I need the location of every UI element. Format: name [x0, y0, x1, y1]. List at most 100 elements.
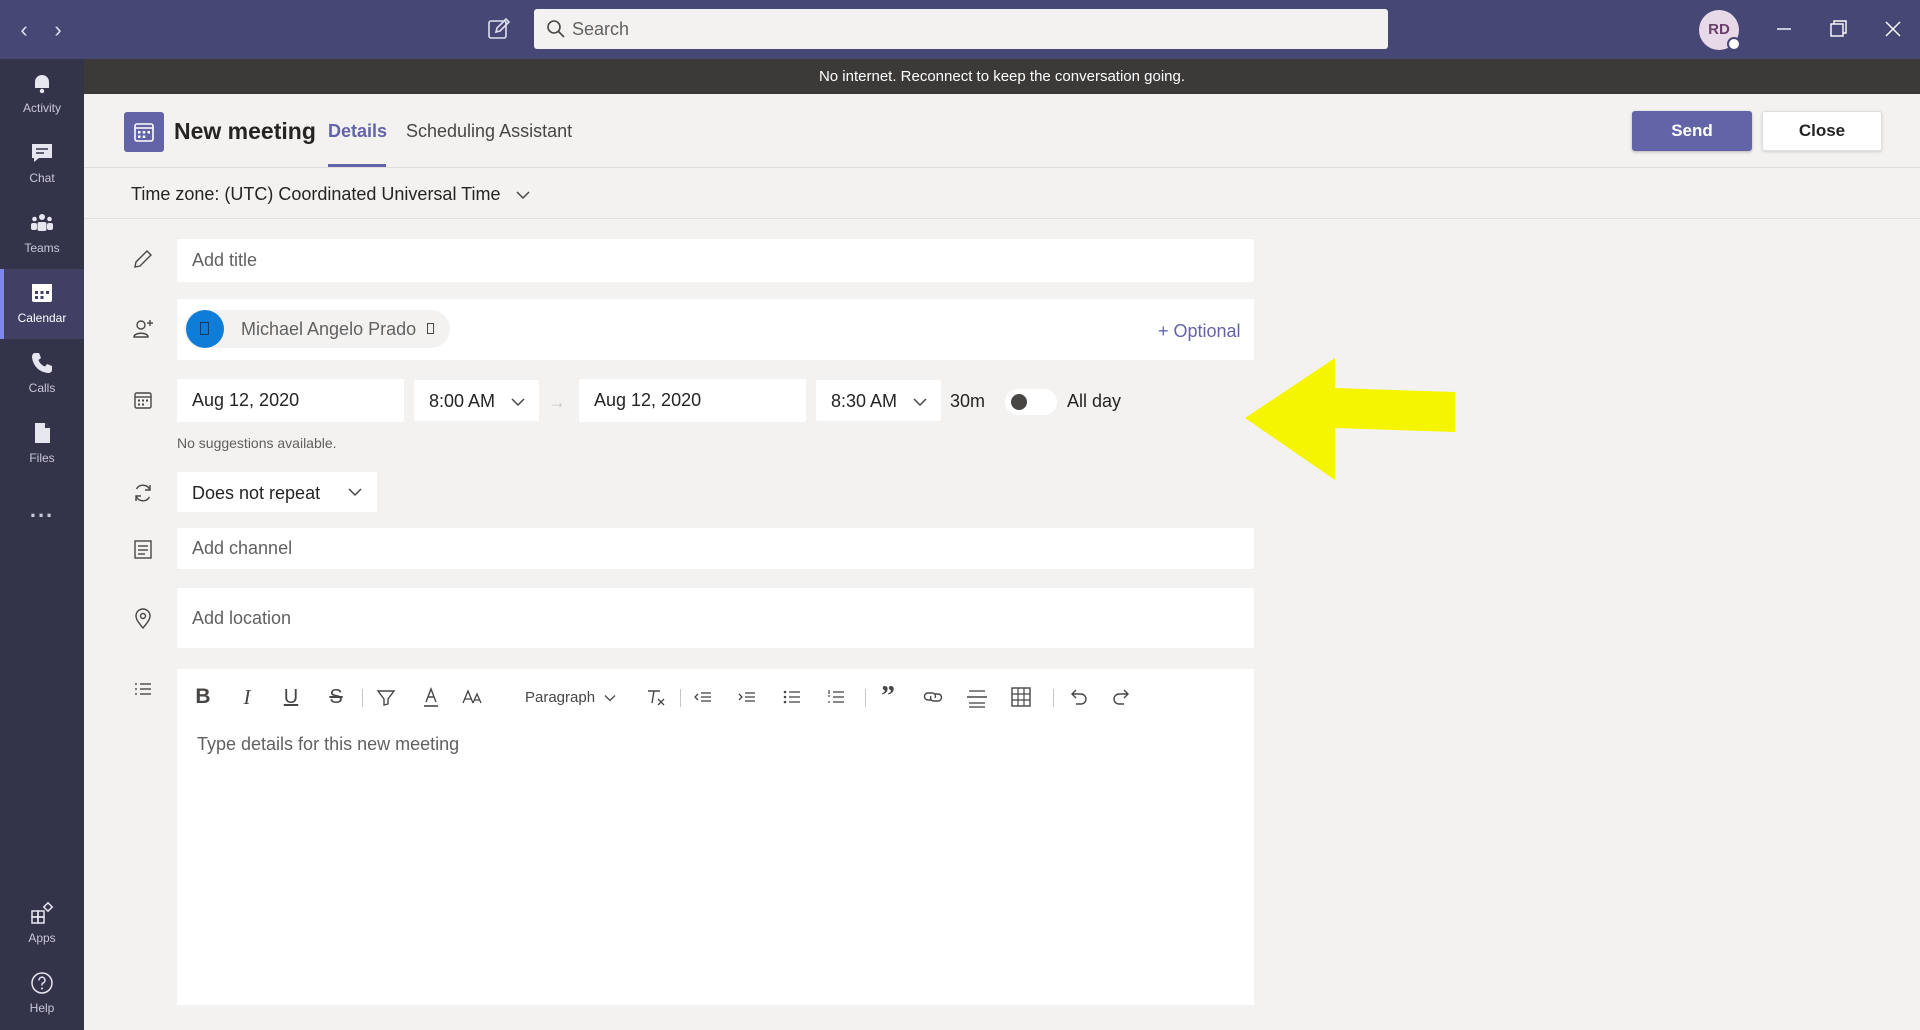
rail-item-activity[interactable]: Activity: [0, 59, 84, 129]
file-icon: [35, 423, 50, 443]
avatar[interactable]: RD: [1699, 10, 1741, 51]
minimize-icon[interactable]: [1769, 14, 1799, 44]
timezone-label: Time zone: (UTC) Coordinated Universal T…: [131, 184, 501, 204]
table-icon[interactable]: [1007, 683, 1035, 711]
horizontal-rule-icon[interactable]: [963, 683, 991, 711]
increase-indent-icon[interactable]: [733, 683, 761, 711]
start-time-dropdown[interactable]: 8:00 AM: [414, 380, 539, 421]
chevron-down-icon: [913, 398, 927, 407]
rail-more-button[interactable]: ...: [0, 479, 84, 549]
search-input[interactable]: Search: [534, 9, 1388, 49]
annotation-arrow: [1245, 358, 1455, 480]
strikethrough-icon[interactable]: S: [322, 683, 350, 711]
left-rail: Activity Chat Teams Calendar Calls Files…: [0, 59, 84, 1030]
title-field[interactable]: Add title: [177, 239, 1254, 282]
end-time-dropdown[interactable]: 8:30 AM: [816, 380, 941, 421]
rail-label: Calendar: [17, 311, 67, 325]
tab-details[interactable]: Details: [328, 121, 387, 142]
chevron-down-icon: [516, 191, 530, 200]
calendar-icon: [134, 392, 152, 409]
toolbar-separator: [362, 689, 363, 707]
send-button[interactable]: Send: [1632, 111, 1752, 151]
teams-icon: [31, 214, 53, 231]
duration-label: 30m: [950, 391, 986, 411]
rail-label: Teams: [24, 241, 60, 255]
repeat-icon: [135, 484, 151, 502]
add-person-icon: [133, 320, 153, 338]
undo-icon[interactable]: [1064, 683, 1092, 711]
compose-icon[interactable]: [486, 16, 512, 42]
chat-icon: [32, 144, 52, 162]
underline-icon[interactable]: U: [277, 683, 305, 711]
calendar-icon: [32, 284, 52, 302]
avatar-initials: RD: [1708, 21, 1730, 38]
title-bar: ‹ › Search RD: [0, 0, 1920, 59]
end-date-field[interactable]: Aug 12, 2020: [579, 379, 806, 422]
help-icon: [31, 972, 53, 994]
highlight-icon[interactable]: [372, 683, 400, 711]
font-size-icon[interactable]: [459, 683, 487, 711]
rail-item-calls[interactable]: Calls: [0, 339, 84, 409]
details-list-icon: [135, 683, 151, 695]
rail-item-files[interactable]: Files: [0, 409, 84, 479]
repeat-dropdown[interactable]: Does not repeat: [177, 472, 377, 512]
apps-icon: [31, 901, 54, 924]
quote-icon[interactable]: ”: [874, 681, 902, 712]
rail-item-teams[interactable]: Teams: [0, 199, 84, 269]
bulleted-list-icon[interactable]: [778, 683, 806, 711]
toolbar-separator: [680, 689, 681, 707]
restore-icon[interactable]: [1823, 14, 1853, 44]
divider: [84, 218, 1920, 219]
timezone-dropdown[interactable]: Time zone: (UTC) Coordinated Universal T…: [131, 184, 531, 205]
rail-label: Files: [29, 451, 55, 465]
attendee-avatar: [186, 310, 224, 348]
location-field[interactable]: Add location: [177, 588, 1254, 648]
bold-icon[interactable]: B: [189, 683, 217, 711]
optional-attendees-link[interactable]: + Optional: [1158, 321, 1241, 342]
more-icon: ...: [29, 497, 55, 522]
rail-item-chat[interactable]: Chat: [0, 129, 84, 199]
location-placeholder: Add location: [192, 608, 292, 628]
channel-field[interactable]: Add channel: [177, 528, 1254, 569]
toolbar-separator: [865, 689, 866, 707]
redo-icon[interactable]: [1108, 683, 1136, 711]
location-icon: [135, 608, 151, 630]
channel-placeholder: Add channel: [192, 538, 293, 558]
search-placeholder: Search: [572, 19, 630, 39]
chevron-down-icon: [348, 488, 362, 497]
close-window-icon[interactable]: [1878, 14, 1908, 44]
details-editor[interactable]: B I U S Paragraph ” Type details for thi…: [177, 669, 1254, 1005]
rail-label: Help: [29, 1001, 55, 1015]
bell-icon: [35, 75, 49, 94]
tab-scheduling-assistant[interactable]: Scheduling Assistant: [406, 121, 572, 142]
rail-label: Activity: [22, 101, 61, 115]
all-day-toggle[interactable]: [1005, 389, 1057, 415]
clear-formatting-icon[interactable]: [642, 683, 670, 711]
attendee-chip[interactable]: Michael Angelo Prado: [184, 310, 450, 348]
toggle-knob: [1011, 394, 1027, 410]
numbered-list-icon[interactable]: [822, 683, 850, 711]
end-date: Aug 12, 2020: [594, 390, 702, 410]
chevron-down-icon: [604, 695, 616, 702]
rail-item-help[interactable]: Help: [0, 959, 84, 1029]
suggestions-text: No suggestions available.: [177, 435, 337, 451]
italic-icon[interactable]: I: [233, 683, 261, 711]
back-icon[interactable]: ‹: [12, 17, 36, 43]
remove-attendee-icon[interactable]: [427, 323, 434, 334]
rail-label: Apps: [28, 931, 56, 945]
rail-item-apps[interactable]: Apps: [0, 889, 84, 959]
end-time: 8:30 AM: [831, 391, 898, 411]
link-icon[interactable]: [919, 683, 947, 711]
details-placeholder: Type details for this new meeting: [197, 734, 460, 754]
forward-icon[interactable]: ›: [46, 17, 70, 43]
paragraph-dropdown[interactable]: Paragraph: [525, 689, 617, 706]
rail-item-calendar[interactable]: Calendar: [0, 269, 84, 339]
channel-icon: [134, 540, 152, 559]
meeting-calendar-icon: [124, 112, 164, 152]
close-button[interactable]: Close: [1762, 111, 1882, 151]
start-date: Aug 12, 2020: [192, 390, 300, 410]
start-date-field[interactable]: Aug 12, 2020: [177, 379, 404, 422]
font-color-icon[interactable]: [417, 683, 445, 711]
decrease-indent-icon[interactable]: [689, 683, 717, 711]
title-placeholder: Add title: [192, 250, 258, 270]
